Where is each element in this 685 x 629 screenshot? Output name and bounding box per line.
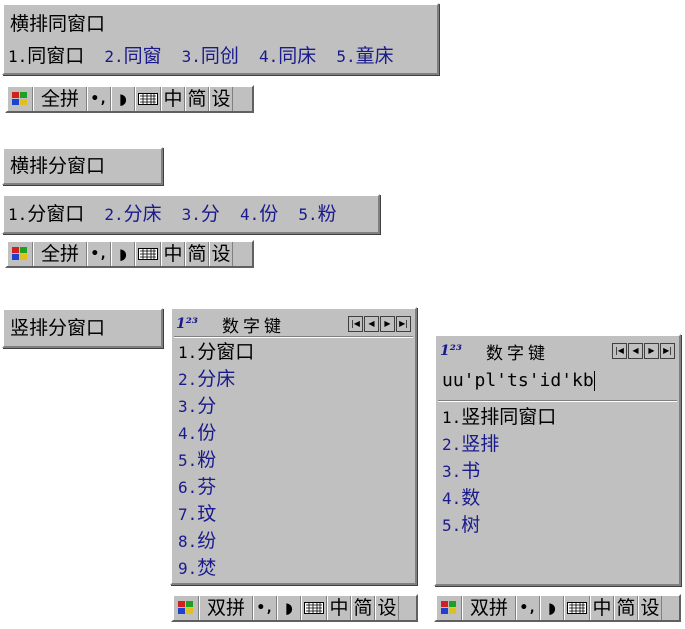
candidate-title: 数字键 bbox=[222, 316, 285, 337]
charset-toggle[interactable]: 简 bbox=[614, 596, 638, 620]
settings-button[interactable]: 设 bbox=[209, 87, 233, 111]
settings-button[interactable]: 设 bbox=[209, 242, 233, 266]
charset-toggle[interactable]: 简 bbox=[185, 87, 209, 111]
punctuation-toggle[interactable]: •, bbox=[87, 242, 111, 266]
candidate-item[interactable]: 3.同创 bbox=[182, 43, 239, 70]
ime-logo-icon[interactable] bbox=[436, 596, 462, 620]
composition-text: 竖排分窗口 bbox=[10, 317, 106, 339]
divider bbox=[174, 336, 413, 338]
candidate-item[interactable]: 1.分窗口 bbox=[178, 339, 254, 366]
page-navigation: |◀ ◀ ▶ ▶| bbox=[348, 316, 411, 332]
settings-button[interactable]: 设 bbox=[638, 596, 662, 620]
chinese-english-toggle[interactable]: 中 bbox=[161, 242, 185, 266]
candidate-item[interactable]: 5.粉 bbox=[298, 201, 336, 228]
half-width-toggle-icon[interactable]: ◗ bbox=[111, 87, 135, 111]
input-mode-button[interactable]: 双拼 bbox=[462, 596, 516, 620]
ime-logo-icon[interactable] bbox=[173, 596, 199, 620]
input-mode-button[interactable]: 全拼 bbox=[33, 242, 87, 266]
composition-text: 横排同窗口 bbox=[10, 13, 106, 35]
candidate-item[interactable]: 3.书 bbox=[442, 458, 556, 485]
candidate-item[interactable]: 4.数 bbox=[442, 485, 556, 512]
half-width-toggle-icon[interactable]: ◗ bbox=[277, 596, 301, 620]
candidate-item[interactable]: 5.树 bbox=[442, 512, 556, 539]
soft-keyboard-icon[interactable] bbox=[301, 596, 327, 620]
punctuation-toggle[interactable]: •, bbox=[516, 596, 540, 620]
vertical-same-window: 1²³ 数字键 |◀ ◀ ▶ ▶| uu'pl'ts'id'kb 1.竖排同窗口… bbox=[434, 334, 681, 586]
candidate-header: 1²³ 数字键 |◀ ◀ ▶ ▶| bbox=[176, 313, 411, 337]
candidate-item[interactable]: 4.同床 bbox=[259, 43, 316, 70]
ime-logo-icon[interactable] bbox=[7, 242, 33, 266]
candidate-item[interactable]: 1.分窗口 bbox=[8, 201, 84, 228]
candidate-item[interactable]: 5.粉 bbox=[178, 447, 254, 474]
charset-toggle[interactable]: 简 bbox=[351, 596, 375, 620]
input-mode-button[interactable]: 双拼 bbox=[199, 596, 253, 620]
last-page-icon[interactable]: ▶| bbox=[396, 316, 411, 332]
candidate-window: 1.分窗口 2.分床 3.分 4.份 5.粉 bbox=[2, 194, 380, 234]
candidate-item[interactable]: 4.份 bbox=[178, 420, 254, 447]
candidate-title: 数字键 bbox=[486, 343, 549, 364]
chinese-english-toggle[interactable]: 中 bbox=[161, 87, 185, 111]
prev-page-icon[interactable]: ◀ bbox=[364, 316, 379, 332]
text-caret bbox=[593, 371, 595, 391]
candidate-item[interactable]: 2.同窗 bbox=[104, 43, 161, 70]
input-mode-button[interactable]: 全拼 bbox=[33, 87, 87, 111]
ime-status-bar: 双拼 •, ◗ 中 简 设 bbox=[434, 594, 681, 622]
charset-toggle[interactable]: 简 bbox=[185, 242, 209, 266]
input-line[interactable]: uu'pl'ts'id'kb bbox=[442, 370, 595, 391]
soft-keyboard-icon[interactable] bbox=[135, 242, 161, 266]
candidate-item[interactable]: 9.焚 bbox=[178, 555, 254, 582]
pinyin-input: uu'pl'ts'id'kb bbox=[442, 370, 594, 391]
page-navigation: |◀ ◀ ▶ ▶| bbox=[612, 343, 675, 359]
last-page-icon[interactable]: ▶| bbox=[660, 343, 675, 359]
vertical-candidate-window: 1²³ 数字键 |◀ ◀ ▶ ▶| 1.分窗口 2.分床 3.分 4.份 5.粉… bbox=[170, 307, 417, 585]
candidate-item[interactable]: 2.分床 bbox=[104, 201, 161, 228]
number-keys-badge: 1²³ bbox=[440, 343, 463, 359]
soft-keyboard-icon[interactable] bbox=[564, 596, 590, 620]
candidate-item[interactable]: 5.童床 bbox=[336, 43, 393, 70]
ime-status-bar: 全拼 •, ◗ 中 简 设 bbox=[5, 85, 254, 113]
next-page-icon[interactable]: ▶ bbox=[644, 343, 659, 359]
candidate-item[interactable]: 7.玟 bbox=[178, 501, 254, 528]
first-page-icon[interactable]: |◀ bbox=[348, 316, 363, 332]
first-page-icon[interactable]: |◀ bbox=[612, 343, 627, 359]
candidate-header: 1²³ 数字键 |◀ ◀ ▶ ▶| bbox=[440, 340, 675, 364]
candidate-item[interactable]: 6.芬 bbox=[178, 474, 254, 501]
candidate-item[interactable]: 3.分 bbox=[182, 201, 220, 228]
number-keys-badge: 1²³ bbox=[176, 316, 199, 332]
candidate-item[interactable]: 3.分 bbox=[178, 393, 254, 420]
half-width-toggle-icon[interactable]: ◗ bbox=[540, 596, 564, 620]
composition-window: 横排分窗口 bbox=[2, 147, 163, 185]
punctuation-toggle[interactable]: •, bbox=[253, 596, 277, 620]
candidate-row: 1.分窗口 2.分床 3.分 4.份 5.粉 bbox=[4, 196, 378, 228]
ime-status-bar: 全拼 •, ◗ 中 简 设 bbox=[5, 240, 254, 268]
prev-page-icon[interactable]: ◀ bbox=[628, 343, 643, 359]
punctuation-toggle[interactable]: •, bbox=[87, 87, 111, 111]
chinese-english-toggle[interactable]: 中 bbox=[590, 596, 614, 620]
ime-logo-icon[interactable] bbox=[7, 87, 33, 111]
candidate-item[interactable]: 8.纷 bbox=[178, 528, 254, 555]
candidate-item[interactable]: 1.竖排同窗口 bbox=[442, 404, 556, 431]
ime-status-bar: 双拼 •, ◗ 中 简 设 bbox=[171, 594, 418, 622]
divider bbox=[438, 400, 677, 402]
candidate-item[interactable]: 4.份 bbox=[240, 201, 278, 228]
composition-text: 横排分窗口 bbox=[10, 155, 106, 177]
settings-button[interactable]: 设 bbox=[375, 596, 399, 620]
horizontal-same-window: 横排同窗口 1.同窗口 2.同窗 3.同创 4.同床 5.童床 bbox=[2, 3, 439, 75]
next-page-icon[interactable]: ▶ bbox=[380, 316, 395, 332]
composition-window: 竖排分窗口 bbox=[2, 308, 163, 348]
soft-keyboard-icon[interactable] bbox=[135, 87, 161, 111]
half-width-toggle-icon[interactable]: ◗ bbox=[111, 242, 135, 266]
candidate-list: 1.分窗口 2.分床 3.分 4.份 5.粉 6.芬 7.玟 8.纷 9.焚 bbox=[178, 339, 254, 582]
candidate-list: 1.竖排同窗口 2.竖排 3.书 4.数 5.树 bbox=[442, 404, 556, 539]
candidate-item[interactable]: 2.竖排 bbox=[442, 431, 556, 458]
candidate-row: 1.同窗口 2.同窗 3.同创 4.同床 5.童床 bbox=[4, 37, 437, 70]
chinese-english-toggle[interactable]: 中 bbox=[327, 596, 351, 620]
candidate-item[interactable]: 1.同窗口 bbox=[8, 43, 84, 70]
candidate-item[interactable]: 2.分床 bbox=[178, 366, 254, 393]
